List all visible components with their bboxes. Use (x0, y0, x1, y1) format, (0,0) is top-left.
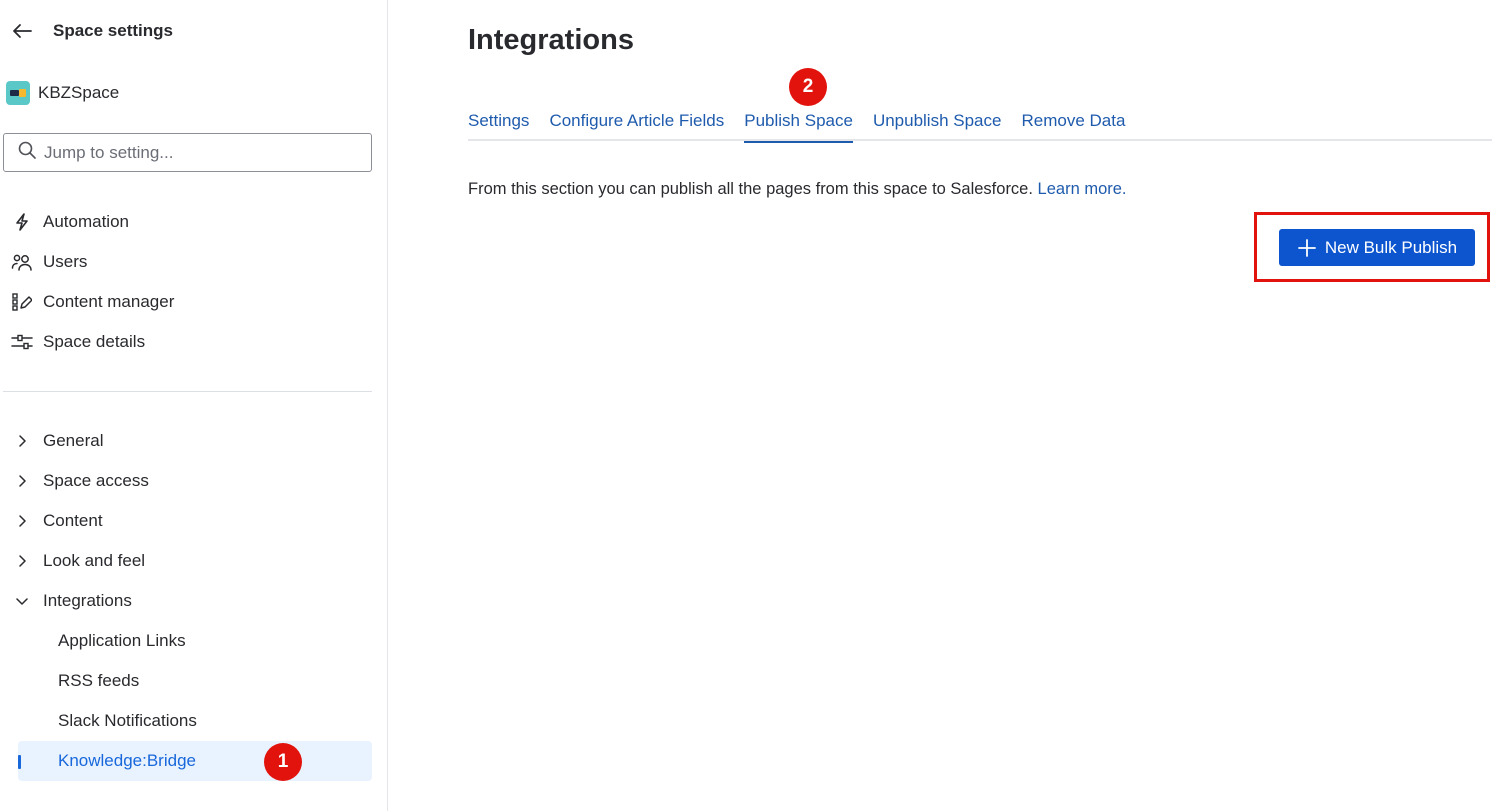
tree-item-label: Integrations (43, 591, 132, 610)
tab-publish-space[interactable]: Publish Space (744, 106, 853, 143)
sidebar-item-space-details[interactable]: Space details (10, 322, 372, 362)
step-badge-1: 1 (264, 743, 302, 781)
tab-remove-data[interactable]: Remove Data (1021, 106, 1125, 141)
sidebar-title: Space settings (53, 21, 173, 40)
sub-item-application-links[interactable]: Application Links (10, 621, 372, 661)
tab-bar: Settings Configure Article Fields Publis… (468, 106, 1492, 143)
lightning-icon (10, 210, 34, 234)
sidebar-item-label: Automation (43, 212, 129, 231)
tree-item-general[interactable]: General (10, 421, 372, 461)
tree-item-label: Space access (43, 471, 149, 490)
sub-item-slack-notifications[interactable]: Slack Notifications (10, 701, 372, 741)
tree-item-label: Content (43, 511, 103, 530)
section-description: From this section you can publish all th… (468, 180, 1127, 199)
learn-more-link[interactable]: Learn more. (1038, 180, 1127, 198)
back-arrow-icon[interactable] (10, 19, 34, 43)
sidebar-item-label: Content manager (43, 292, 175, 311)
tree-item-label: General (43, 431, 104, 450)
search-icon (18, 141, 36, 164)
tab-unpublish-space[interactable]: Unpublish Space (873, 106, 1002, 141)
sidebar-item-label: Space details (43, 332, 146, 351)
chevron-right-icon (10, 429, 34, 453)
step-badge-2: 2 (789, 68, 827, 106)
settings-sidebar: Space settings KBZSpace Automation Users (0, 0, 388, 811)
chevron-right-icon (10, 469, 34, 493)
description-text: From this section you can publish all th… (468, 180, 1033, 198)
chevron-right-icon (10, 549, 34, 573)
sidebar-item-label: Users (43, 252, 88, 271)
sub-item-knowledge-bridge[interactable]: Knowledge:Bridge (18, 741, 372, 781)
sub-item-rss-feeds[interactable]: RSS feeds (10, 661, 372, 701)
tree-item-integrations[interactable]: Integrations (10, 581, 372, 621)
sidebar-divider (3, 391, 372, 392)
space-avatar (6, 81, 30, 105)
plus-icon (1297, 238, 1317, 258)
tab-configure-article-fields[interactable]: Configure Article Fields (549, 106, 724, 141)
chevron-down-icon (10, 589, 34, 613)
sidebar-item-content-manager[interactable]: Content manager (10, 282, 372, 322)
settings-tree: General Space access Content Look and fe… (10, 421, 372, 781)
search-input[interactable] (44, 142, 364, 163)
tree-item-label: Look and feel (43, 551, 146, 570)
tree-item-content[interactable]: Content (10, 501, 372, 541)
setting-search[interactable] (3, 133, 372, 172)
content-manager-icon (10, 290, 34, 314)
sidebar-item-users[interactable]: Users (10, 242, 372, 282)
main-content: Integrations 2 Settings Configure Articl… (388, 0, 1492, 811)
new-bulk-publish-button[interactable]: New Bulk Publish (1279, 229, 1475, 266)
tree-item-space-access[interactable]: Space access (10, 461, 372, 501)
sidebar-item-automation[interactable]: Automation (10, 202, 372, 242)
tab-settings[interactable]: Settings (468, 106, 529, 141)
button-label: New Bulk Publish (1324, 237, 1458, 257)
users-icon (10, 250, 34, 274)
space-selector[interactable]: KBZSpace (6, 80, 119, 106)
sliders-icon (10, 330, 34, 354)
chevron-right-icon (10, 509, 34, 533)
sidebar-top-nav: Automation Users Content manager Space d… (10, 202, 372, 362)
space-name: KBZSpace (38, 83, 120, 102)
sidebar-header: Space settings (10, 18, 173, 44)
page-title: Integrations (468, 24, 634, 56)
tree-item-look-and-feel[interactable]: Look and feel (10, 541, 372, 581)
